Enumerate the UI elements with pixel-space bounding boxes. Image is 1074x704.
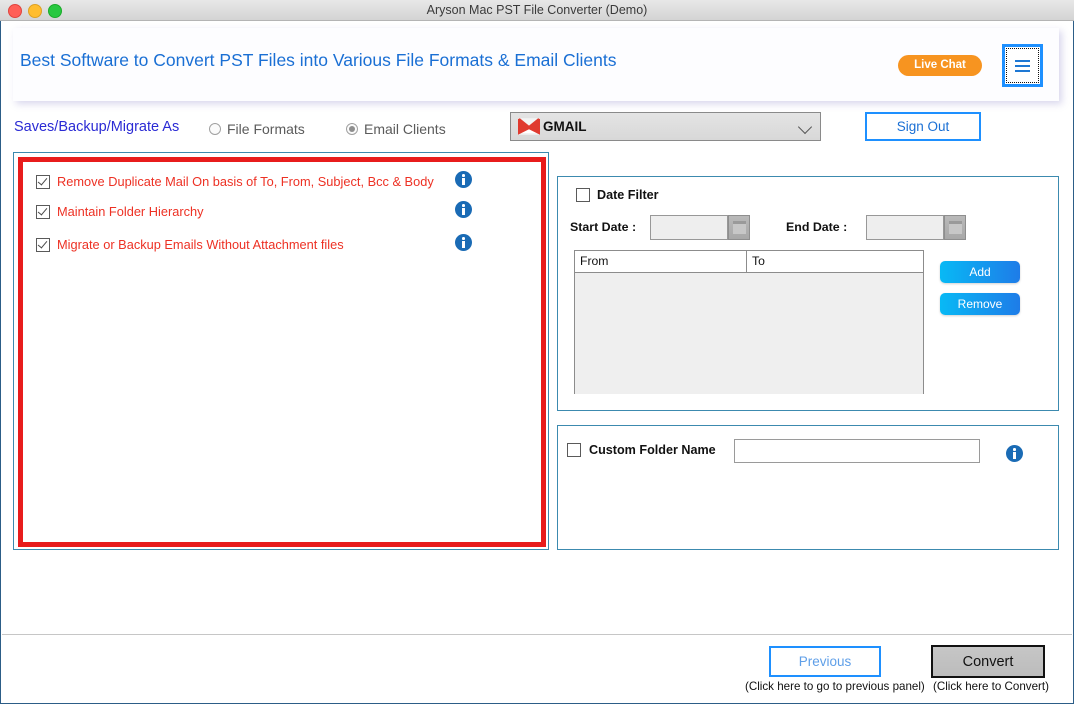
calendar-icon bbox=[949, 221, 962, 234]
option-label: Migrate or Backup Emails Without Attachm… bbox=[57, 237, 344, 252]
convert-hint: (Click here to Convert) bbox=[933, 680, 1049, 693]
custom-folder-label: Custom Folder Name bbox=[589, 443, 716, 457]
option-remove-duplicate-mail[interactable]: Remove Duplicate Mail On basis of To, Fr… bbox=[36, 174, 434, 189]
previous-button[interactable]: Previous bbox=[769, 646, 881, 677]
date-filter-label: Date Filter bbox=[597, 188, 659, 202]
option-label: Remove Duplicate Mail On basis of To, Fr… bbox=[57, 174, 434, 189]
from-to-filter-table[interactable]: From To bbox=[574, 250, 924, 394]
window-title: Aryson Mac PST File Converter (Demo) bbox=[426, 3, 648, 17]
radio-file-formats-label: File Formats bbox=[227, 121, 305, 137]
info-icon[interactable] bbox=[1006, 445, 1023, 462]
footer-divider bbox=[2, 634, 1072, 635]
info-icon[interactable] bbox=[455, 171, 472, 188]
column-header-from: From bbox=[575, 251, 747, 272]
date-range-row: Start Date : End Date : bbox=[570, 215, 1048, 241]
checkbox-unchecked-icon bbox=[567, 443, 581, 457]
start-date-input[interactable] bbox=[650, 215, 728, 240]
left-options-highlight: Remove Duplicate Mail On basis of To, Fr… bbox=[18, 157, 546, 547]
add-filter-button[interactable]: Add bbox=[940, 261, 1020, 283]
application-window: Aryson Mac PST File Converter (Demo) Bes… bbox=[0, 0, 1074, 704]
hamburger-line bbox=[1015, 59, 1030, 62]
end-date-label: End Date : bbox=[786, 220, 848, 234]
radio-email-clients[interactable]: Email Clients bbox=[346, 121, 446, 137]
target-client-dropdown[interactable]: GMAIL bbox=[510, 112, 821, 141]
option-label: Maintain Folder Hierarchy bbox=[57, 204, 204, 219]
checkbox-checked-icon bbox=[36, 237, 50, 252]
checkbox-unchecked-icon bbox=[576, 188, 590, 202]
info-icon[interactable] bbox=[455, 234, 472, 251]
hamburger-menu-button[interactable] bbox=[1002, 44, 1043, 87]
target-client-value: GMAIL bbox=[543, 119, 587, 134]
table-header-row: From To bbox=[575, 251, 923, 273]
option-migrate-without-attachments[interactable]: Migrate or Backup Emails Without Attachm… bbox=[36, 237, 344, 252]
calendar-icon bbox=[733, 221, 746, 234]
start-date-calendar-button[interactable] bbox=[728, 215, 750, 240]
date-filter-panel: Date Filter Start Date : End Date : From… bbox=[557, 176, 1059, 411]
hamburger-menu-icon bbox=[1006, 48, 1039, 83]
end-date-calendar-button[interactable] bbox=[944, 215, 966, 240]
saves-backup-migrate-label: Saves/Backup/Migrate As bbox=[14, 119, 180, 135]
output-target-row: Saves/Backup/Migrate As File Formats Ema… bbox=[1, 109, 1074, 151]
promo-banner: Best Software to Convert PST Files into … bbox=[13, 28, 1059, 101]
end-date-input[interactable] bbox=[866, 215, 944, 240]
column-header-to: To bbox=[752, 254, 765, 268]
radio-selected-icon bbox=[346, 123, 358, 135]
table-body[interactable] bbox=[575, 273, 923, 394]
checkbox-checked-icon bbox=[36, 204, 50, 219]
info-icon[interactable] bbox=[455, 201, 472, 218]
previous-hint: (Click here to go to previous panel) bbox=[745, 680, 925, 693]
radio-email-clients-label: Email Clients bbox=[364, 121, 446, 137]
gmail-logo-icon bbox=[518, 118, 540, 135]
remove-filter-button[interactable]: Remove bbox=[940, 293, 1020, 315]
banner-headline: Best Software to Convert PST Files into … bbox=[20, 50, 617, 70]
sign-out-button[interactable]: Sign Out bbox=[865, 112, 981, 141]
custom-folder-name-input[interactable] bbox=[734, 439, 980, 463]
custom-folder-checkbox[interactable]: Custom Folder Name bbox=[567, 443, 716, 457]
checkbox-checked-icon bbox=[36, 174, 50, 189]
hamburger-line bbox=[1015, 64, 1030, 67]
window-body: Best Software to Convert PST Files into … bbox=[0, 21, 1074, 704]
radio-unselected-icon bbox=[209, 123, 221, 135]
hamburger-line bbox=[1015, 69, 1030, 72]
chevron-down-icon bbox=[797, 119, 813, 135]
radio-file-formats[interactable]: File Formats bbox=[209, 121, 305, 137]
option-maintain-folder-hierarchy[interactable]: Maintain Folder Hierarchy bbox=[36, 204, 204, 219]
left-options-panel: Remove Duplicate Mail On basis of To, Fr… bbox=[13, 152, 549, 550]
start-date-label: Start Date : bbox=[570, 220, 637, 234]
convert-button[interactable]: Convert bbox=[931, 645, 1045, 678]
title-bar: Aryson Mac PST File Converter (Demo) bbox=[0, 0, 1074, 21]
live-chat-button[interactable]: Live Chat bbox=[898, 55, 982, 76]
date-filter-checkbox[interactable]: Date Filter bbox=[576, 188, 659, 202]
custom-folder-panel: Custom Folder Name bbox=[557, 425, 1059, 550]
